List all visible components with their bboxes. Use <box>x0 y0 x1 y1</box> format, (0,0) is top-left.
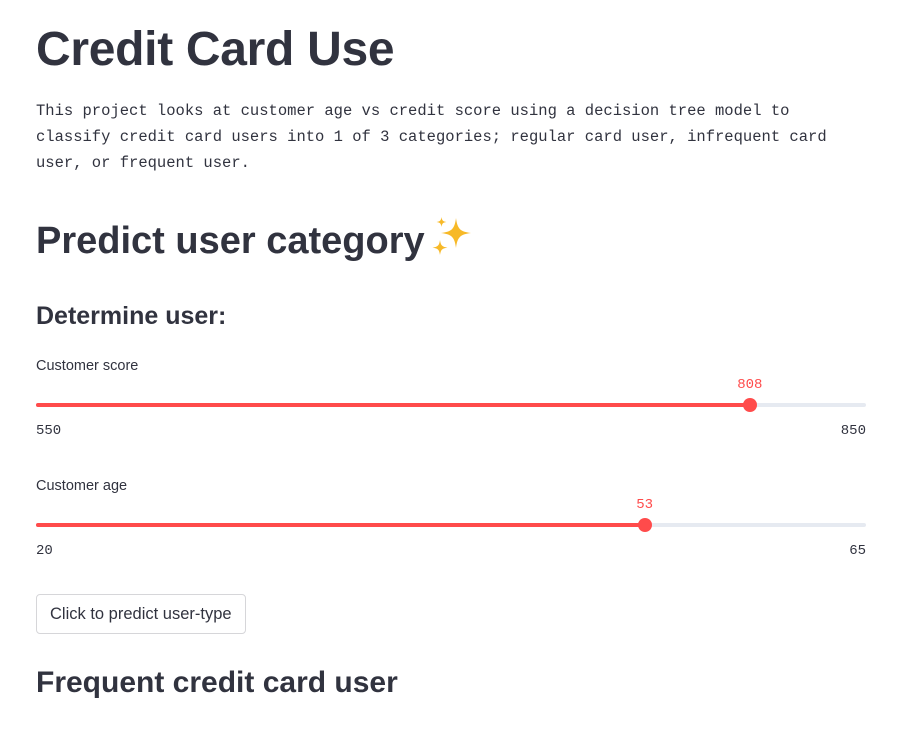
customer-score-fill <box>36 403 750 407</box>
customer-age-value: 53 <box>636 497 654 513</box>
section-title: Predict user category <box>36 214 475 268</box>
section-title-text: Predict user category <box>36 220 425 262</box>
customer-score-track[interactable] <box>36 398 866 412</box>
customer-age-label: Customer age <box>36 478 128 494</box>
customer-score-min: 550 <box>36 423 62 439</box>
customer-score-value: 808 <box>737 377 763 393</box>
customer-age-track[interactable] <box>36 518 866 532</box>
page-title: Credit Card Use <box>36 23 395 76</box>
project-description: This project looks at customer age vs cr… <box>36 102 827 172</box>
customer-score-max: 850 <box>840 423 866 439</box>
customer-age-thumb[interactable] <box>637 518 652 532</box>
customer-age-max: 65 <box>849 543 866 559</box>
customer-age-slider: Customer age 53 20 65 <box>36 477 866 577</box>
customer-score-slider: Customer score 808 550 850 <box>36 357 866 457</box>
customer-score-label: Customer score <box>36 358 139 374</box>
customer-score-thumb[interactable] <box>742 398 757 412</box>
customer-age-fill <box>36 523 645 527</box>
predict-user-type-button[interactable]: Click to predict user-type <box>36 594 246 634</box>
sparkles-icon <box>429 214 475 260</box>
prediction-result: Frequent credit card user <box>36 666 398 699</box>
determine-user-subheader: Determine user: <box>36 302 227 330</box>
customer-age-min: 20 <box>36 543 53 559</box>
